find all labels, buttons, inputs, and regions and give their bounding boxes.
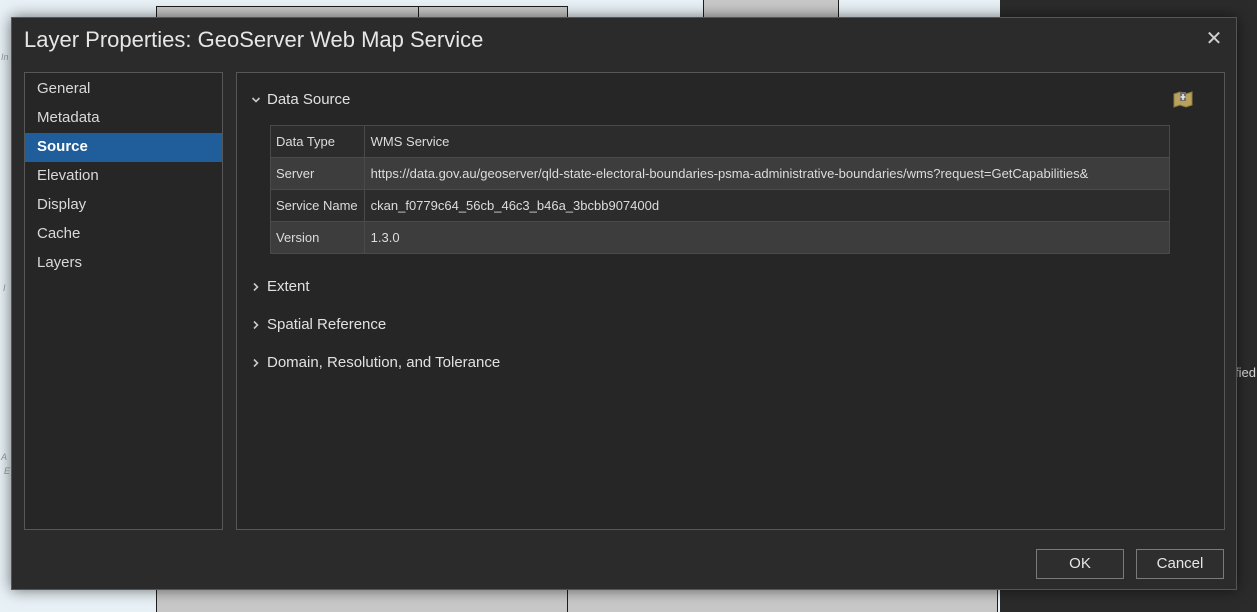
dialog-title: Layer Properties: GeoServer Web Map Serv… [24, 27, 484, 52]
domain-resolution-tolerance-section-header[interactable]: Domain, Resolution, and Tolerance [251, 354, 500, 371]
table-row: Version 1.3.0 [270, 221, 1171, 254]
data-source-section-header[interactable]: Data Source [251, 91, 350, 108]
sidebar-item-elevation[interactable]: Elevation [25, 162, 222, 191]
sidebar-item-cache[interactable]: Cache [25, 220, 222, 249]
property-name: Data Type [270, 125, 365, 158]
layer-properties-dialog: Layer Properties: GeoServer Web Map Serv… [11, 17, 1237, 590]
data-source-table: Data Type WMS Service Server https://dat… [270, 125, 1171, 254]
extent-section-header[interactable]: Extent [251, 278, 310, 295]
property-value: ckan_f0779c64_56cb_46c3_b46a_3bcbb907400… [363, 189, 1171, 222]
map-polygon [568, 590, 998, 612]
spatial-reference-label: Spatial Reference [267, 316, 387, 333]
ok-button[interactable]: OK [1036, 549, 1124, 579]
map-label-fragment: I [3, 283, 6, 293]
chevron-down-icon [251, 95, 267, 105]
chevron-right-icon [251, 320, 267, 330]
property-value: https://data.gov.au/geoserver/qld-state-… [363, 157, 1171, 190]
set-data-source-button[interactable] [1172, 89, 1194, 109]
table-row: Service Name ckan_f0779c64_56cb_46c3_b46… [270, 189, 1171, 222]
properties-sidebar: General Metadata Source Elevation Displa… [24, 72, 223, 530]
side-pane-text-fragment: fied [1235, 365, 1256, 380]
map-label-fragment: E [4, 466, 11, 476]
spatial-reference-section-header[interactable]: Spatial Reference [251, 316, 386, 333]
cancel-button[interactable]: Cancel [1136, 549, 1224, 579]
extent-label: Extent [267, 278, 310, 295]
sidebar-item-display[interactable]: Display [25, 191, 222, 220]
property-name: Server [270, 157, 365, 190]
data-source-label: Data Source [267, 91, 351, 108]
sidebar-item-general[interactable]: General [25, 75, 222, 104]
set-data-source-icon [1173, 91, 1193, 108]
close-icon: ✕ [1205, 28, 1223, 50]
chevron-right-icon [251, 282, 267, 292]
domain-resolution-tolerance-label: Domain, Resolution, and Tolerance [267, 354, 501, 371]
sidebar-item-source[interactable]: Source [25, 133, 222, 162]
property-name: Service Name [270, 189, 365, 222]
sidebar-item-metadata[interactable]: Metadata [25, 104, 222, 133]
property-name: Version [270, 221, 365, 254]
map-polygon [156, 590, 568, 612]
chevron-right-icon [251, 358, 267, 368]
map-label-fragment: In [1, 52, 9, 62]
property-value: WMS Service [363, 125, 1171, 158]
table-row: Server https://data.gov.au/geoserver/qld… [270, 157, 1171, 190]
source-panel: Data Source Data Type WMS Service Server… [236, 72, 1225, 530]
close-button[interactable]: ✕ [1202, 27, 1226, 51]
property-value: 1.3.0 [363, 221, 1171, 254]
table-row: Data Type WMS Service [270, 125, 1171, 158]
sidebar-item-layers[interactable]: Layers [25, 249, 222, 278]
map-label-fragment: A [1, 452, 8, 462]
